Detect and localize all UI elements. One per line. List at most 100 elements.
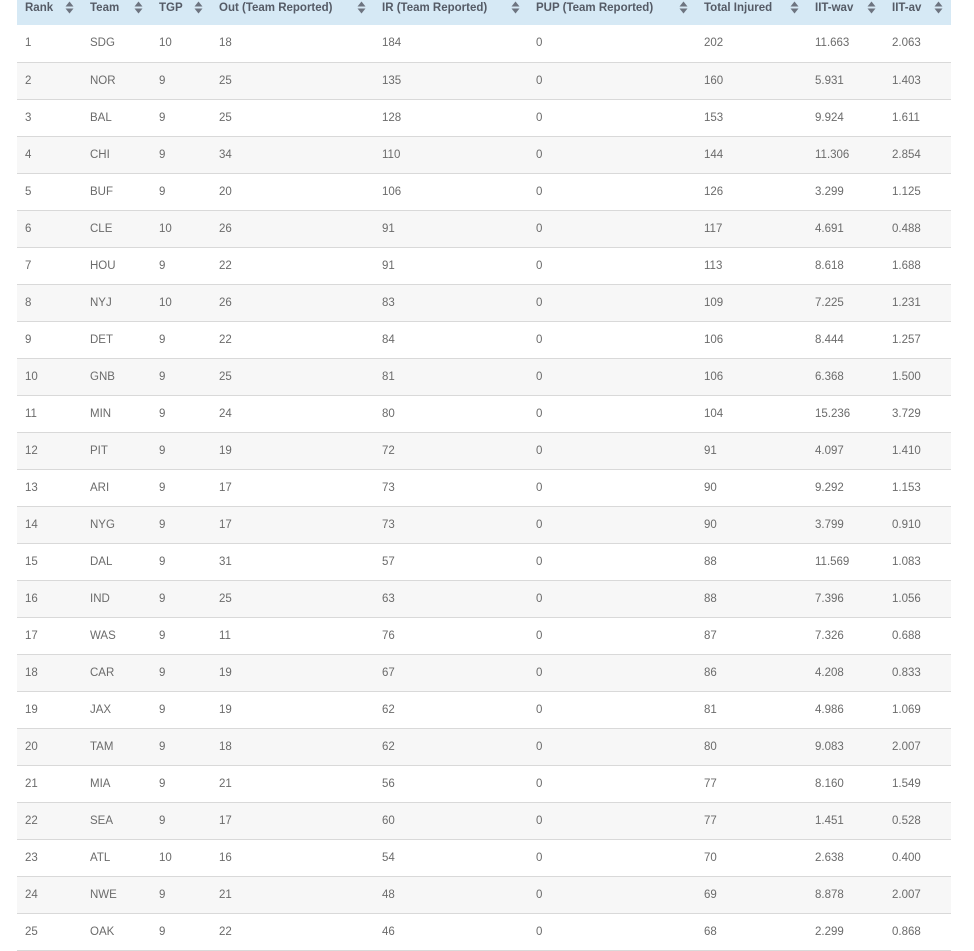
cell-team: ARI [90,481,110,494]
cell-rank: 5 [25,185,32,198]
cell-out-team-reported: 26 [219,296,232,309]
cell-iit-av: 0.488 [892,222,921,235]
cell-pup-team-reported: 0 [536,296,543,309]
cell-iit-wav: 11.569 [815,555,850,568]
table-row: 18 CAR 9 19 67 0 86 4.208 0.833 [17,654,951,691]
sort-up-down-icon[interactable] [790,1,799,14]
table-row: 9 DET 9 22 84 0 106 8.444 1.257 [17,321,951,358]
table-row: 6 CLE 10 26 91 0 117 4.691 0.488 [17,210,951,247]
cell-tgp: 9 [159,333,166,346]
sort-up-down-icon[interactable] [679,1,688,14]
cell-iit-av: 2.007 [892,740,921,753]
cell-iit-wav: 4.208 [815,666,844,679]
cell-ir-team-reported: 91 [382,222,395,235]
cell-pup-team-reported: 0 [536,777,543,790]
cell-ir-team-reported: 62 [382,740,395,753]
column-header-rank[interactable]: Rank [17,0,82,25]
column-header-pup-team-reported[interactable]: PUP (Team Reported) [528,0,696,25]
cell-out-team-reported: 18 [219,740,232,753]
cell-iit-av: 1.083 [892,555,921,568]
sort-up-down-icon[interactable] [511,1,520,14]
sort-up-down-icon[interactable] [867,1,876,14]
cell-pup-team-reported: 0 [536,185,543,198]
table-row: 7 HOU 9 22 91 0 113 8.618 1.688 [17,247,951,284]
cell-pup-team-reported: 0 [536,888,543,901]
cell-rank: 24 [25,888,38,901]
cell-iit-av: 1.549 [892,777,921,790]
table-row: 14 NYG 9 17 73 0 90 3.799 0.910 [17,506,951,543]
cell-team: OAK [90,925,115,938]
cell-pup-team-reported: 0 [536,481,543,494]
cell-rank: 4 [25,148,32,161]
column-header-total-injured[interactable]: Total Injured [696,0,807,25]
cell-ir-team-reported: 54 [382,851,395,864]
cell-rank: 16 [25,592,38,605]
cell-iit-av: 3.729 [892,407,921,420]
cell-team: TAM [90,740,114,753]
cell-tgp: 9 [159,777,166,790]
cell-total-injured: 104 [704,407,724,420]
cell-ir-team-reported: 73 [382,518,395,531]
cell-tgp: 10 [159,37,172,50]
cell-tgp: 9 [159,925,166,938]
column-header-label: Team [90,2,120,14]
cell-team: MIN [90,407,112,420]
cell-tgp: 9 [159,629,166,642]
column-header-ir-team-reported[interactable]: IR (Team Reported) [374,0,528,25]
cell-ir-team-reported: 57 [382,555,395,568]
cell-total-injured: 90 [704,481,717,494]
cell-iit-av: 1.231 [892,296,921,309]
cell-ir-team-reported: 81 [382,370,395,383]
cell-out-team-reported: 31 [219,555,232,568]
cell-iit-wav: 7.396 [815,592,844,605]
cell-total-injured: 91 [704,444,717,457]
cell-rank: 14 [25,518,38,531]
column-header-label: PUP (Team Reported) [536,2,654,14]
cell-rank: 25 [25,925,38,938]
column-header-team[interactable]: Team [82,0,151,25]
column-header-iit-av[interactable]: IIT-av [884,0,951,25]
cell-total-injured: 109 [704,296,724,309]
cell-team: SDG [90,37,115,50]
cell-rank: 9 [25,333,32,346]
cell-total-injured: 117 [704,222,723,235]
cell-ir-team-reported: 84 [382,333,395,346]
column-header-out-team-reported[interactable]: Out (Team Reported) [211,0,374,25]
header-row: Rank Team TGP Out (Team Reported) IR (Team R… [17,0,951,25]
sort-up-down-icon[interactable] [194,1,203,14]
cell-ir-team-reported: 106 [382,185,402,198]
cell-pup-team-reported: 0 [536,370,543,383]
column-header-iit-wav[interactable]: IIT-wav [807,0,884,25]
cell-rank: 6 [25,222,32,235]
cell-total-injured: 77 [704,814,717,827]
cell-out-team-reported: 19 [219,666,232,679]
sort-up-down-icon[interactable] [65,1,74,14]
cell-out-team-reported: 17 [219,814,232,827]
cell-ir-team-reported: 67 [382,666,395,679]
cell-tgp: 9 [159,148,166,161]
cell-rank: 11 [25,407,37,420]
cell-out-team-reported: 19 [219,444,232,457]
table-row: 21 MIA 9 21 56 0 77 8.160 1.549 [17,765,951,802]
column-header-tgp[interactable]: TGP [151,0,211,25]
cell-pup-team-reported: 0 [536,814,543,827]
sort-up-down-icon[interactable] [357,1,366,14]
cell-pup-team-reported: 0 [536,222,543,235]
cell-iit-wav: 8.618 [815,259,844,272]
cell-rank: 13 [25,481,38,494]
cell-pup-team-reported: 0 [536,925,543,938]
cell-iit-wav: 9.924 [815,111,844,124]
cell-iit-av: 1.403 [892,74,921,87]
sort-up-down-icon[interactable] [934,1,943,14]
cell-ir-team-reported: 72 [382,444,395,457]
sort-up-down-icon[interactable] [134,1,143,14]
cell-iit-wav: 3.299 [815,185,844,198]
cell-total-injured: 113 [704,259,723,272]
cell-team: BAL [90,111,112,124]
cell-team: IND [90,592,110,605]
cell-tgp: 9 [159,444,166,457]
cell-team: DET [90,333,113,346]
cell-out-team-reported: 21 [219,888,232,901]
cell-ir-team-reported: 184 [382,37,402,50]
cell-iit-wav: 7.225 [815,296,844,309]
